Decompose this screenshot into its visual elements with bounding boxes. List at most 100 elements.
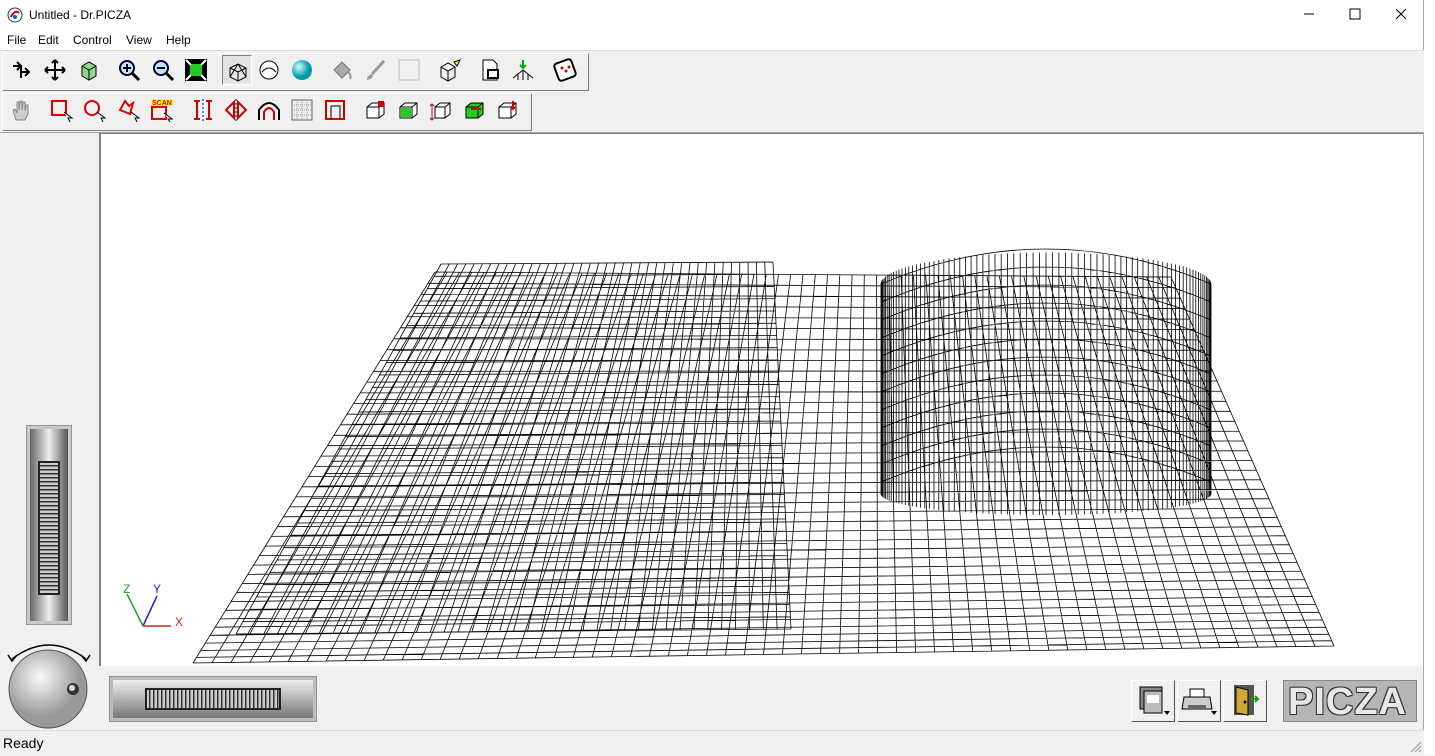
document-tool-button[interactable] (475, 55, 505, 85)
fit-view-button[interactable] (181, 55, 211, 85)
circle-select-button[interactable] (80, 95, 110, 125)
scan-area-icon: SCAN (151, 99, 174, 122)
menu-edit[interactable]: Edit (38, 33, 59, 47)
minimize-button[interactable] (1286, 0, 1332, 30)
horizontal-zoom-slider[interactable] (109, 676, 317, 722)
blank-icon (398, 59, 420, 81)
mirror-vertical-button[interactable] (221, 95, 251, 125)
axis-indicator: Z Y X (123, 582, 183, 629)
move-cross-icon (44, 59, 66, 81)
contour-view-button[interactable] (254, 55, 284, 85)
3d-viewport[interactable]: Z Y X (99, 133, 1423, 666)
main-toolbar (0, 50, 1424, 91)
move-tool-button[interactable] (40, 55, 70, 85)
menu-help[interactable]: Help (166, 33, 191, 47)
save-button[interactable] (1131, 680, 1175, 722)
paint-bucket-icon (333, 61, 352, 80)
menu-control[interactable]: Control (73, 33, 112, 47)
shaded-view-button[interactable] (287, 55, 317, 85)
picza-logo: PICZA (1283, 680, 1417, 723)
zoom-in-icon (119, 60, 141, 82)
cube-rotate-icon (498, 101, 517, 119)
trim-tool-button[interactable] (320, 95, 350, 125)
rotate-arrows-icon (13, 61, 31, 78)
window-edge (1423, 0, 1435, 755)
mesh-cut-icon (512, 60, 534, 80)
y-axis-label: Y (153, 582, 161, 596)
cube-top-button[interactable] (394, 95, 424, 125)
wireframe-mesh (192, 248, 1335, 664)
maximize-button[interactable] (1332, 0, 1378, 30)
menu-file[interactable]: File (7, 33, 26, 47)
settings-tool-button[interactable] (550, 55, 580, 85)
wireframe-icon (229, 63, 247, 82)
dice-icon (553, 58, 577, 82)
lasso-icon (118, 99, 141, 122)
status-bar: Ready (0, 730, 1424, 756)
lasso-select-button[interactable] (114, 95, 144, 125)
z-axis-label: Z (123, 582, 130, 596)
cube-scale-button[interactable] (460, 95, 490, 125)
rotation-dial[interactable] (6, 639, 92, 729)
minimize-icon (1304, 13, 1314, 15)
menu-bar: File Edit Control View Help (0, 30, 1424, 50)
title-bar: Untitled - Dr.PICZA (0, 0, 1424, 30)
brush-tool-button[interactable] (361, 55, 391, 85)
sphere-icon (292, 60, 312, 80)
fit-screen-icon (185, 59, 207, 81)
selection-toolbar: SCAN (0, 91, 1424, 133)
vertical-zoom-slider[interactable] (26, 425, 72, 625)
resize-grip-icon[interactable] (1408, 739, 1422, 753)
menu-view[interactable]: View (126, 33, 152, 47)
zoom-in-button[interactable] (114, 55, 144, 85)
circle-select-icon (84, 100, 107, 122)
document-icon (482, 59, 499, 81)
exit-button[interactable] (1223, 680, 1267, 722)
rect-select-button[interactable] (47, 95, 77, 125)
z-axis-line (126, 593, 144, 627)
mirror-horizontal-button[interactable] (188, 95, 218, 125)
y-axis-line (142, 595, 158, 627)
maximize-icon (1349, 8, 1361, 20)
window-title: Untitled - Dr.PICZA (29, 8, 132, 22)
left-control-panel (0, 133, 99, 730)
arch-tool-button[interactable] (254, 95, 284, 125)
close-icon (1395, 8, 1407, 20)
hand-tool-button[interactable] (6, 95, 36, 125)
arch-icon (258, 102, 280, 120)
trim-icon (325, 100, 345, 120)
cube-rotate-button[interactable] (493, 95, 523, 125)
zoom-out-button[interactable] (148, 55, 178, 85)
hand-icon (12, 100, 29, 121)
x-axis-label: X (175, 615, 183, 629)
zoom-out-icon (153, 60, 175, 82)
grid-icon (291, 99, 313, 121)
grid-tool-button[interactable] (287, 95, 317, 125)
blank-tool-button[interactable] (394, 55, 424, 85)
scan-area-button[interactable]: SCAN (147, 95, 177, 125)
box-view-button[interactable] (74, 55, 104, 85)
status-text: Ready (3, 735, 44, 751)
cube-icon (81, 61, 97, 81)
cut-tool-button[interactable] (508, 55, 538, 85)
print-button[interactable] (1177, 680, 1221, 722)
cube-front-icon (366, 101, 385, 119)
cube-scale-icon (465, 102, 484, 119)
bottom-control-panel: PICZA (99, 666, 1423, 730)
cube-top-icon (399, 102, 418, 119)
mirror-v-icon (224, 99, 248, 121)
brush-icon (367, 59, 386, 80)
scan-label: SCAN (152, 100, 172, 107)
light-tool-button[interactable] (435, 55, 465, 85)
rotate-tool-button[interactable] (6, 55, 36, 85)
print-icon (1181, 688, 1217, 715)
cube-side-icon (430, 102, 451, 121)
contour-icon (259, 60, 279, 80)
app-icon (7, 7, 23, 23)
rect-select-icon (51, 100, 74, 122)
close-button[interactable] (1378, 0, 1424, 30)
paint-tool-button[interactable] (327, 55, 357, 85)
cube-front-button[interactable] (361, 95, 391, 125)
wireframe-view-button[interactable] (222, 55, 252, 85)
cube-side-button[interactable] (427, 95, 457, 125)
